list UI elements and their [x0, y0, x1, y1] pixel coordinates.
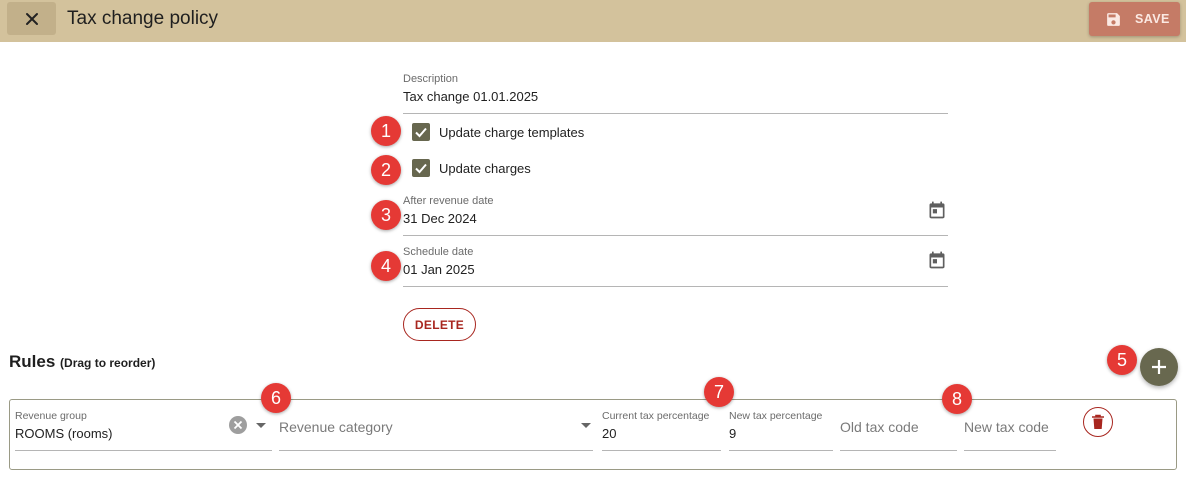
annotation-badge-4: 4 — [371, 251, 401, 281]
checkbox-checked[interactable] — [412, 123, 430, 141]
plus-icon — [1152, 360, 1166, 374]
new-tax-percentage-label: New tax percentage — [729, 410, 823, 422]
after-revenue-date-label: After revenue date — [403, 195, 494, 207]
current-tax-percentage-value: 20 — [602, 426, 617, 441]
check-icon — [415, 127, 427, 138]
checkbox-checked[interactable] — [412, 159, 430, 177]
new-tax-percentage-field[interactable]: New tax percentage 9 — [729, 409, 833, 451]
rules-hint: (Drag to reorder) — [60, 356, 156, 370]
calendar-icon[interactable] — [927, 200, 947, 220]
annotation-badge-1: 1 — [371, 116, 401, 146]
old-tax-code-field[interactable]: Old tax code — [840, 409, 957, 451]
old-tax-code-placeholder: Old tax code — [840, 419, 919, 435]
annotation-badge-2: 2 — [371, 155, 401, 185]
rule-row[interactable]: Revenue group ROOMS (rooms) Revenue cate… — [9, 399, 1177, 470]
revenue-group-value: ROOMS (rooms) — [15, 426, 113, 441]
close-button[interactable] — [7, 2, 56, 35]
annotation-badge-8: 8 — [942, 384, 972, 414]
revenue-category-placeholder: Revenue category — [279, 419, 393, 435]
check-icon — [415, 163, 427, 174]
rules-heading: Rules (Drag to reorder) — [9, 352, 155, 372]
current-tax-percentage-field[interactable]: Current tax percentage 20 — [602, 409, 721, 451]
new-tax-code-placeholder: New tax code — [964, 419, 1049, 435]
dropdown-icon[interactable] — [581, 423, 591, 428]
save-button[interactable]: SAVE — [1089, 2, 1180, 36]
annotation-badge-7: 7 — [704, 377, 734, 407]
annotation-badge-3: 3 — [371, 200, 401, 230]
annotation-badge-6: 6 — [261, 383, 291, 413]
rules-title: Rules — [9, 352, 56, 371]
save-label: SAVE — [1135, 12, 1170, 26]
add-rule-button[interactable] — [1140, 348, 1178, 386]
close-icon — [25, 12, 38, 25]
update-charge-templates-checkbox[interactable]: Update charge templates — [412, 122, 584, 142]
dropdown-icon[interactable] — [256, 423, 266, 428]
new-tax-percentage-value: 9 — [729, 426, 737, 441]
delete-button[interactable]: DELETE — [403, 308, 476, 341]
new-tax-code-field[interactable]: New tax code — [964, 409, 1056, 451]
update-charges-checkbox[interactable]: Update charges — [412, 158, 531, 178]
current-tax-percentage-label: Current tax percentage — [602, 410, 710, 422]
trash-icon — [1092, 414, 1104, 429]
delete-rule-button[interactable] — [1083, 407, 1113, 437]
clear-icon[interactable] — [229, 416, 247, 434]
schedule-date-label: Schedule date — [403, 246, 474, 258]
revenue-group-label: Revenue group — [15, 410, 87, 422]
revenue-group-select[interactable]: Revenue group ROOMS (rooms) — [15, 409, 272, 451]
calendar-icon[interactable] — [927, 250, 947, 270]
description-label: Description — [403, 73, 459, 85]
schedule-date-field[interactable]: Schedule date 01 Jan 2025 — [403, 243, 948, 287]
update-charge-templates-label: Update charge templates — [439, 124, 585, 140]
revenue-category-select[interactable]: Revenue category — [279, 409, 593, 451]
top-bar: Tax change policy SAVE — [0, 0, 1186, 42]
after-revenue-date-field[interactable]: After revenue date 31 Dec 2024 — [403, 192, 948, 236]
annotation-badge-5: 5 — [1107, 345, 1137, 375]
after-revenue-date-value: 31 Dec 2024 — [403, 211, 477, 226]
update-charges-label: Update charges — [439, 160, 531, 176]
save-icon — [1107, 12, 1120, 26]
page-title: Tax change policy — [67, 8, 219, 29]
schedule-date-value: 01 Jan 2025 — [403, 262, 475, 277]
description-value: Tax change 01.01.2025 — [403, 89, 539, 104]
description-field[interactable]: Description Tax change 01.01.2025 — [403, 70, 948, 114]
